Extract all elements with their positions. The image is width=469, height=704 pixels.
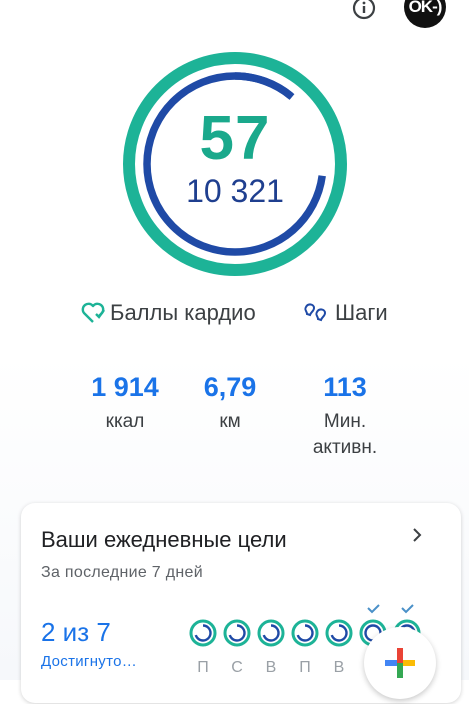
day-goal-ring <box>189 619 217 647</box>
stat-calories: 1 914 ккал <box>60 372 190 461</box>
stat-distance: 6,79 км <box>190 372 270 461</box>
day-label: В <box>333 659 345 676</box>
goals-reached-label: Достигнуто… <box>41 653 138 670</box>
day-goal: С <box>221 587 253 676</box>
check-icon <box>401 604 414 614</box>
legend-cardio: Баллы кардио <box>80 300 256 326</box>
card-title: Ваши ежедневные цели <box>41 527 287 552</box>
day-label: С <box>231 659 243 676</box>
active-minutes-unit: Мин. активн. <box>312 411 378 458</box>
avatar-text: OK-) <box>408 0 443 16</box>
active-minutes-value: 113 <box>323 372 367 402</box>
day-goal-ring <box>325 619 353 647</box>
add-button[interactable] <box>364 627 436 699</box>
activity-rings[interactable]: 57 10 321 <box>122 51 348 277</box>
heart-icon <box>81 302 105 323</box>
day-goal: П <box>289 587 321 676</box>
legend-steps: Шаги <box>303 300 388 326</box>
distance-value: 6,79 <box>203 372 257 402</box>
day-goal: В <box>323 587 355 676</box>
add-plus-icon <box>385 648 415 678</box>
day-goal-ring <box>291 619 319 647</box>
cardio-points-value: 57 <box>199 104 271 173</box>
day-goal: П <box>187 587 219 676</box>
stats-row: 1 914 ккал 6,79 км 113 Мин. активн. <box>60 372 430 461</box>
day-goal-ring <box>257 619 285 647</box>
chevron-right-icon[interactable] <box>407 525 427 545</box>
distance-unit: км <box>219 411 241 432</box>
day-label: П <box>299 659 311 676</box>
steps-value: 10 321 <box>186 173 284 209</box>
avatar[interactable]: OK-) <box>404 0 446 28</box>
legend-steps-label: Шаги <box>335 300 388 325</box>
stat-active-minutes: 113 Мин. активн. <box>270 372 420 461</box>
day-label: В <box>265 659 277 676</box>
calories-unit: ккал <box>105 411 145 432</box>
card-subtitle: За последние 7 дней <box>41 564 203 581</box>
legend-cardio-label: Баллы кардио <box>110 300 256 325</box>
footsteps-icon <box>304 303 327 322</box>
goals-count: 2 из 7 <box>41 617 111 647</box>
day-label: П <box>197 659 209 676</box>
check-icon <box>367 604 380 614</box>
day-goal-ring <box>223 619 251 647</box>
calories-value: 1 914 <box>91 372 159 402</box>
day-goal: В <box>255 587 287 676</box>
info-icon[interactable] <box>350 0 378 22</box>
